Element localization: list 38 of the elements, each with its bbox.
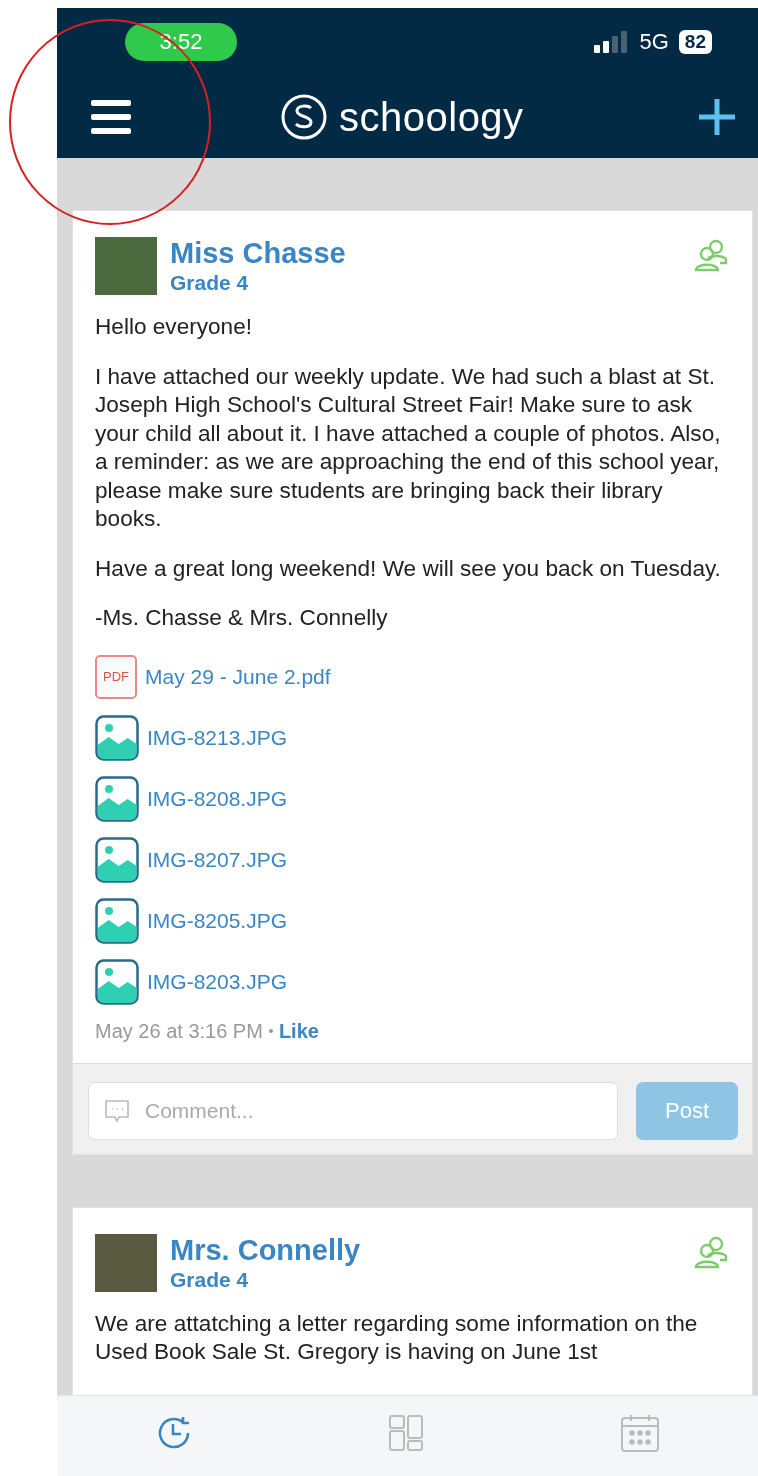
network-label: 5G	[639, 29, 669, 55]
group-icon	[694, 237, 730, 273]
grid-icon	[388, 1414, 425, 1452]
group-link[interactable]: Grade 4	[170, 269, 681, 297]
logo-icon	[281, 94, 327, 140]
image-file-icon	[95, 897, 139, 944]
signal-icon	[593, 31, 628, 53]
post-text: Hello everyone!	[95, 313, 253, 341]
battery-level: 82	[678, 30, 712, 54]
attachment-link[interactable]: IMG-8205.JPG	[147, 908, 288, 933]
attachment-link[interactable]: IMG-8208.JPG	[147, 786, 288, 811]
image-file-icon	[95, 836, 139, 883]
image-file-icon	[95, 958, 139, 1005]
image-file-icon	[95, 775, 139, 822]
post-text: Have a great long weekend! We will see you back on Tuesday.	[95, 554, 722, 583]
attachment-link[interactable]: IMG-8207.JPG	[147, 847, 288, 872]
add-icon[interactable]	[698, 98, 736, 136]
post-timestamp: May 26 at 3:16 PM	[95, 1019, 263, 1043]
author-name[interactable]: Miss Chasse	[170, 237, 681, 269]
pdf-file-icon: PDF	[95, 654, 137, 699]
image-file-icon	[95, 714, 139, 761]
avatar-photo-placeholder	[95, 237, 157, 295]
post-text: -Ms. Chasse & Mrs. Connelly	[95, 604, 389, 632]
logo-text: schoology	[339, 94, 524, 140]
attachment-link[interactable]: IMG-8213.JPG	[147, 725, 288, 750]
post-text: We are attatching a letter regarding some information on the Used Book Sale St. Gregory is having on June 1st	[95, 1309, 699, 1366]
post-text: I have attached our weekly update. We had such a blast at St. Joseph High School's Cultural Street Fair! Make sure to ask your child all about it. I have attached a couple of photos. Also, a reminder: as we are approaching the end of this school year, please make sure students are bringing back their library books.	[95, 362, 722, 533]
avatar-photo-placeholder	[95, 1233, 157, 1292]
comment-field[interactable]: Comment...	[88, 1081, 618, 1140]
author-name[interactable]: Mrs. Connelly	[170, 1233, 681, 1266]
group-link[interactable]: Grade 4	[170, 1265, 681, 1294]
menu-icon[interactable]	[91, 100, 131, 134]
separator-dot	[268, 1029, 273, 1033]
calendar-icon	[620, 1413, 661, 1453]
speech-bubble-icon	[104, 1097, 130, 1124]
like-link[interactable]: Like	[278, 1019, 319, 1043]
attachment-link[interactable]: IMG-8203.JPG	[147, 969, 288, 994]
attachment-link[interactable]: May 29 - June 2.pdf	[145, 664, 331, 689]
